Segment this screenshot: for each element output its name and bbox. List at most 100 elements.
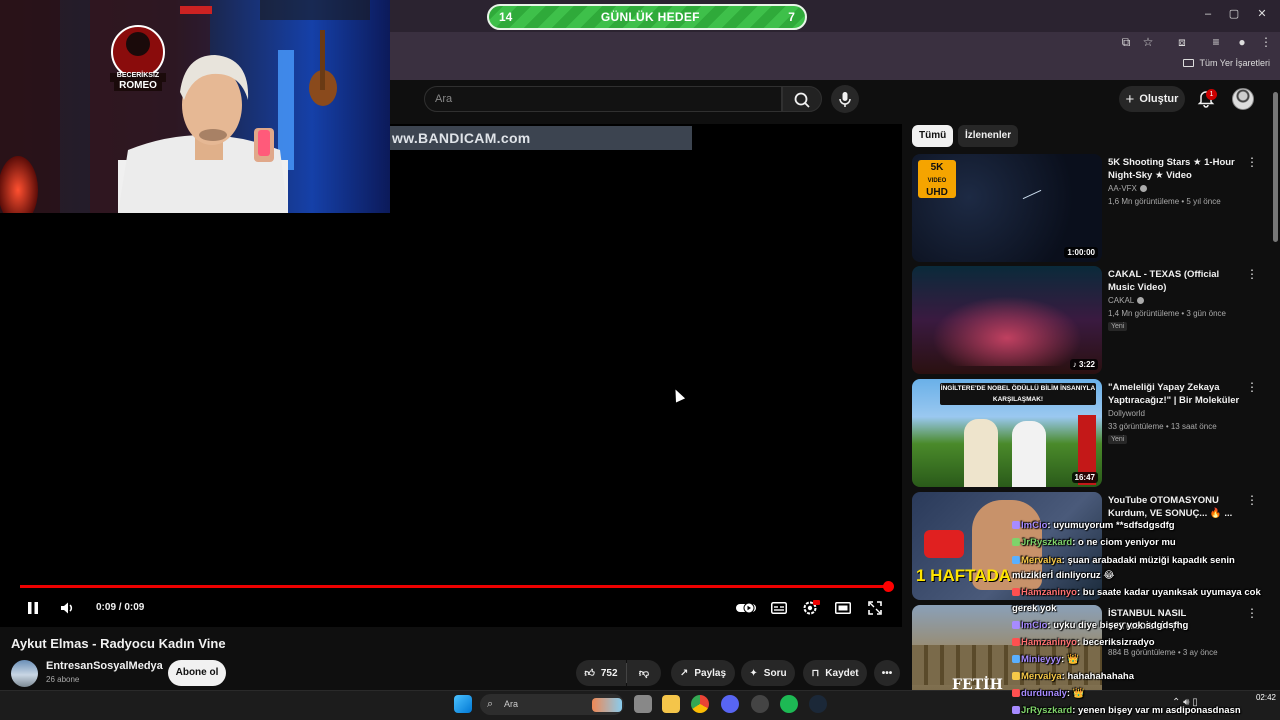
progress-bar[interactable] xyxy=(20,585,893,588)
file-explorer-icon[interactable] xyxy=(662,695,680,713)
progress-scrubber[interactable] xyxy=(883,581,894,592)
chat-username: ImCio xyxy=(1021,520,1048,531)
verified-icon xyxy=(1137,297,1145,304)
chat-username: Mervalya xyxy=(1021,671,1062,682)
extensions-icon[interactable]: ⧈ xyxy=(1174,34,1190,50)
person-left xyxy=(964,419,998,487)
close-window-button[interactable]: ✕ xyxy=(1250,6,1274,22)
chat-message: ImCio: uyumuyorum **sdfsdgsdfg xyxy=(1012,520,1175,531)
5k-badge: 5K VIDEO UHD xyxy=(918,160,956,198)
folder-icon xyxy=(1183,59,1195,67)
rec-meta: 884 B görüntüleme • 3 ay önce xyxy=(1108,648,1218,657)
more-vertical-icon[interactable]: ⋮ xyxy=(1246,494,1258,506)
subscribe-button[interactable]: Abone ol xyxy=(168,660,226,686)
chip-watched[interactable]: İzlenenler xyxy=(958,125,1019,147)
chat-text: : bu saate kadar uyanıksak uyumaya cok xyxy=(1076,587,1261,598)
plus-icon: + xyxy=(1125,90,1135,108)
video-thumbnail[interactable]: 5K VIDEO UHD 1:00:00 xyxy=(912,154,1102,262)
thumbnail-caption: İNGİLTERE'DE NOBEL ÖDÜLLÜ BİLİM İNSANIYL… xyxy=(940,383,1096,405)
voice-search-button[interactable] xyxy=(831,85,859,113)
chat-message-continued: müziklerİ dinliyoruz 😂 xyxy=(1012,570,1114,581)
notification-count-badge: 1 xyxy=(1206,89,1217,100)
profile-icon[interactable]: ● xyxy=(1234,34,1250,50)
save-button[interactable]: ⊓ Kaydet xyxy=(803,660,867,686)
rec-title[interactable]: "Ameleliği Yapay Zekaya Yaptıracağız!" |… xyxy=(1108,381,1244,407)
fullscreen-icon xyxy=(868,601,882,615)
rec-channel[interactable]: Dollyworld xyxy=(1108,409,1145,418)
all-bookmarks-link[interactable]: Tüm Yer İşaretleri xyxy=(1183,58,1270,68)
chat-message: Mervalya: hahahahahaha xyxy=(1012,671,1134,682)
taskbar-clock[interactable]: 02:42 xyxy=(1240,692,1276,703)
chat-badge-icon xyxy=(1012,521,1020,529)
spotify-icon[interactable] xyxy=(780,695,798,713)
minimize-button[interactable]: – xyxy=(1196,6,1220,22)
rec-title[interactable]: CAKAL - TEXAS (Official Music Video) xyxy=(1108,268,1244,294)
settings-button[interactable] xyxy=(800,598,822,618)
chat-text: müziklerİ dinliyoruz 😂 xyxy=(1012,570,1115,581)
more-vertical-icon[interactable]: ⋮ xyxy=(1246,607,1258,619)
account-avatar[interactable] xyxy=(1232,88,1254,110)
chat-username: Hamzaninyo xyxy=(1021,587,1077,598)
chat-text: : şuan arabadaki müziği kapadık senin xyxy=(1061,555,1235,566)
cast-icon[interactable]: ⧉ xyxy=(1118,34,1134,50)
time-display: 0:09 / 0:09 xyxy=(96,602,145,613)
theater-mode-button[interactable] xyxy=(832,598,854,618)
chat-badge-icon xyxy=(1012,655,1020,663)
chip-all[interactable]: Tümü xyxy=(912,125,954,147)
menu-kebab-icon[interactable]: ⋮ xyxy=(1258,34,1274,50)
like-button[interactable]: 👍︎ 752 xyxy=(576,660,626,686)
fullscreen-button[interactable] xyxy=(864,598,886,618)
search-input[interactable]: Ara xyxy=(424,86,782,112)
rec-meta: 1,4 Mn görüntüleme • 3 gün önce xyxy=(1108,309,1226,318)
rec-title[interactable]: YouTube OTOMASYONU Kurdum, VE SONUÇ... 🔥… xyxy=(1108,494,1244,520)
subtitles-icon xyxy=(771,602,787,614)
media-control-icon[interactable]: ≡ xyxy=(1208,34,1224,50)
chat-badge-icon xyxy=(1012,621,1020,629)
chat-username: durdunaly xyxy=(1021,688,1067,699)
scrollbar-thumb[interactable] xyxy=(1273,92,1278,242)
maximize-button[interactable]: ▢ xyxy=(1222,6,1246,22)
create-button[interactable]: + Oluştur xyxy=(1119,86,1185,112)
verified-icon xyxy=(1139,185,1147,192)
chat-message-continued: gerek yok xyxy=(1012,603,1056,614)
chat-username: Mervalya xyxy=(1021,555,1062,566)
dislike-button[interactable]: 👎︎ xyxy=(627,660,661,686)
chat-text: : 👑 xyxy=(1066,688,1085,699)
goal-label: GÜNLÜK HEDEF xyxy=(600,10,700,24)
channel-avatar[interactable] xyxy=(11,660,38,687)
chrome-icon[interactable] xyxy=(691,695,709,713)
rec-channel[interactable]: AA-VFX xyxy=(1108,184,1147,193)
volume-button[interactable] xyxy=(57,598,77,618)
discord-icon[interactable] xyxy=(721,695,739,713)
rec-title[interactable]: 5K Shooting Stars ★ 1-Hour Night-Sky ★ V… xyxy=(1108,156,1244,182)
bookmark-star-icon[interactable]: ☆ xyxy=(1140,34,1156,50)
app-icon[interactable] xyxy=(751,695,769,713)
ask-button[interactable]: ✦ Soru xyxy=(741,660,795,686)
video-thumbnail[interactable]: İNGİLTERE'DE NOBEL ÖDÜLLÜ BİLİM İNSANIYL… xyxy=(912,379,1102,487)
more-vertical-icon[interactable]: ⋮ xyxy=(1246,268,1258,280)
goal-current: 14 xyxy=(499,10,513,24)
video-title: Aykut Elmas - Radyocu Kadın Vine xyxy=(11,636,226,651)
steam-icon[interactable] xyxy=(809,695,827,713)
rec-channel[interactable]: CAKAL xyxy=(1108,296,1145,305)
subtitles-button[interactable] xyxy=(768,598,790,618)
ask-label: Soru xyxy=(763,667,787,679)
more-actions-button[interactable]: ••• xyxy=(874,660,900,686)
recommendation-item[interactable]: 5K VIDEO UHD 1:00:00 5K Shooting Stars ★ 1… xyxy=(912,154,1268,262)
windows-start-icon[interactable] xyxy=(454,695,472,713)
webcam-logo-text: BECERİKSİZ ROMEO xyxy=(112,72,164,91)
more-vertical-icon[interactable]: ⋮ xyxy=(1246,381,1258,393)
recommendation-item[interactable]: ♪ 3:22 CAKAL - TEXAS (Official Music Vid… xyxy=(912,266,1268,374)
task-view-icon[interactable] xyxy=(634,695,652,713)
share-button[interactable]: ↗ Paylaş xyxy=(671,660,735,686)
video-thumbnail[interactable]: ♪ 3:22 xyxy=(912,266,1102,374)
chat-message: Hamzaninyo: beceriksizradyo xyxy=(1012,637,1155,648)
search-button[interactable] xyxy=(782,86,822,112)
chat-text: : 👑 xyxy=(1061,654,1079,665)
recommendation-item[interactable]: İNGİLTERE'DE NOBEL ÖDÜLLÜ BİLİM İNSANIYL… xyxy=(912,379,1268,487)
more-vertical-icon[interactable]: ⋮ xyxy=(1246,156,1258,168)
pause-button[interactable] xyxy=(24,598,42,618)
autoplay-toggle[interactable] xyxy=(735,598,759,618)
search-icon: ⌕ xyxy=(487,698,494,710)
channel-name[interactable]: EntresanSosyalMedya xyxy=(46,660,163,672)
